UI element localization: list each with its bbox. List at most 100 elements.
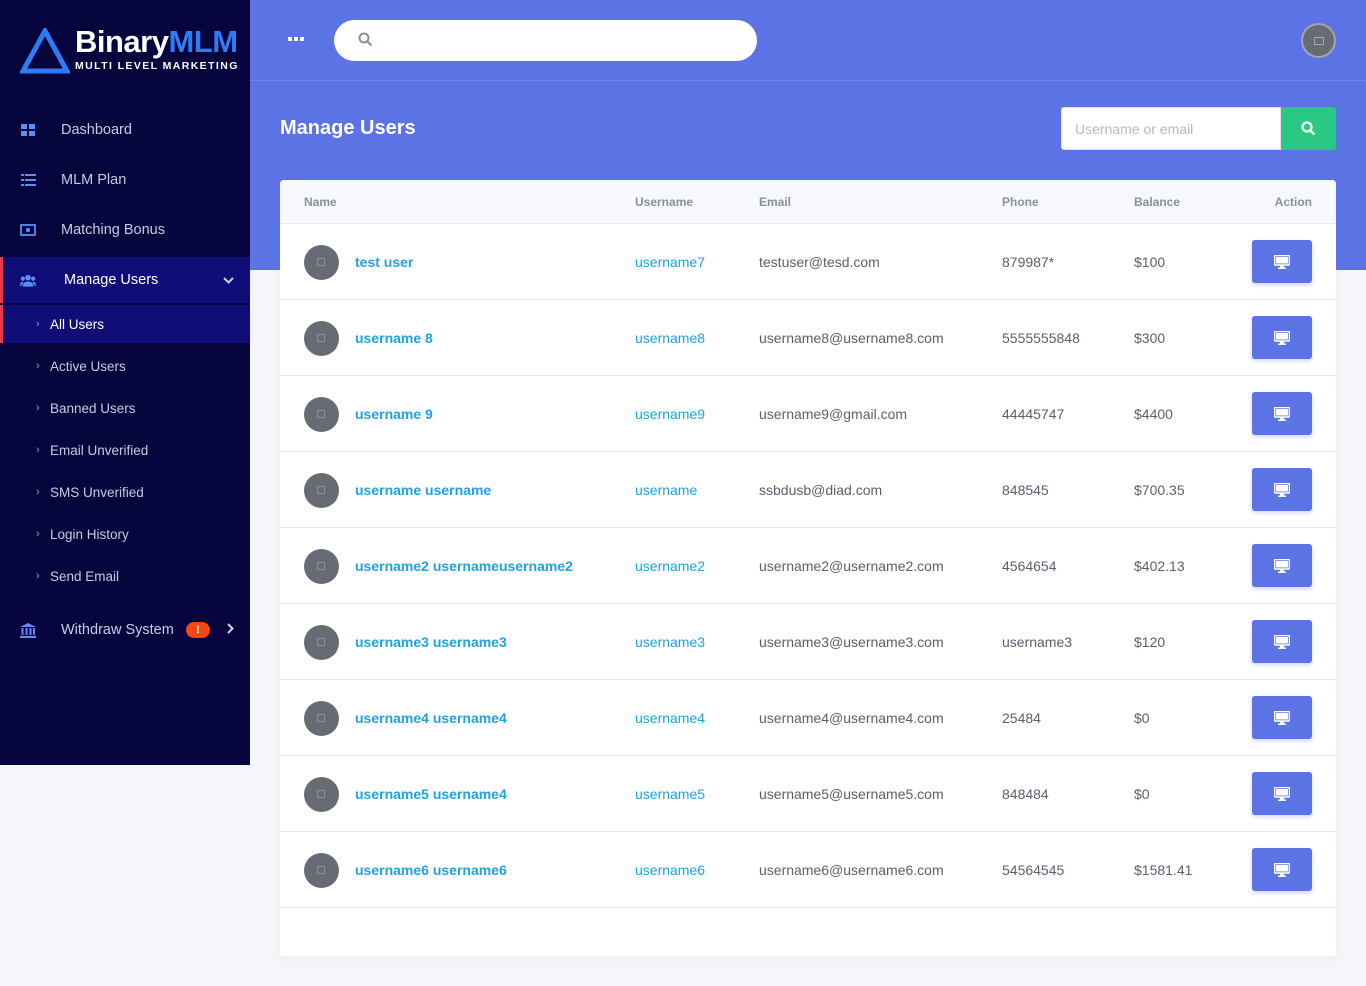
user-name-link[interactable]: username6 username6	[355, 862, 507, 878]
user-search-button[interactable]	[1281, 107, 1336, 150]
user-balance: $402.13	[1134, 558, 1185, 574]
user-balance: $100	[1134, 254, 1166, 270]
search-icon	[1301, 121, 1316, 136]
desktop-icon	[1274, 558, 1290, 573]
username-link[interactable]: username3	[635, 634, 705, 650]
user-email: username3@username3.com	[759, 634, 944, 650]
user-phone: 25484	[1002, 710, 1041, 726]
users-icon	[20, 272, 36, 288]
chevron-right-icon: ›	[36, 570, 40, 582]
column-header-phone: Phone	[1002, 195, 1039, 209]
sidebar-item-matching-bonus[interactable]: Matching Bonus	[0, 205, 250, 255]
avatar	[304, 853, 339, 888]
chevron-down-icon	[223, 273, 234, 287]
chevron-right-icon	[227, 623, 234, 637]
avatar	[304, 473, 339, 508]
sidebar-subitem-label: Login History	[50, 526, 129, 542]
user-name-link[interactable]: username4 username4	[355, 710, 507, 726]
dots-icon	[288, 37, 304, 41]
user-name-link[interactable]: test user	[355, 254, 413, 270]
menu-toggle-button[interactable]	[288, 34, 308, 48]
table-row: username5 username4 username5 username5@us…	[280, 756, 1336, 832]
column-header-action: Action	[1274, 195, 1312, 209]
alert-badge: !	[186, 622, 210, 638]
username-link[interactable]: username7	[635, 254, 705, 270]
sidebar-subitem-all-users[interactable]: › All Users	[0, 305, 250, 343]
user-balance: $4400	[1134, 406, 1173, 422]
view-details-button[interactable]	[1252, 772, 1312, 815]
avatar-placeholder-icon	[317, 866, 325, 874]
chevron-right-icon: ›	[36, 360, 40, 372]
user-name-link[interactable]: username2 usernameusername2	[355, 558, 573, 574]
desktop-icon	[1274, 254, 1290, 269]
username-link[interactable]: username5	[635, 786, 705, 802]
table-header: Name Username Email Phone Balance Action	[280, 180, 1336, 224]
avatar	[304, 625, 339, 660]
desktop-icon	[1274, 786, 1290, 801]
global-search-input[interactable]	[334, 20, 757, 61]
view-details-button[interactable]	[1252, 544, 1312, 587]
chevron-right-icon: ›	[36, 318, 40, 330]
username-link[interactable]: username8	[635, 330, 705, 346]
user-balance: $300	[1134, 330, 1166, 346]
brand-tagline: MULTI LEVEL MARKETING	[75, 60, 239, 72]
user-name-link[interactable]: username3 username3	[355, 634, 507, 650]
desktop-icon	[1274, 406, 1290, 421]
view-details-button[interactable]	[1252, 316, 1312, 359]
sidebar-subitem-label: Send Email	[50, 568, 120, 584]
chevron-right-icon: ›	[36, 528, 40, 540]
username-link[interactable]: username6	[635, 862, 705, 878]
table-row: username3 username3 username3 username3@us…	[280, 604, 1336, 680]
sidebar-subitem-banned-users[interactable]: › Banned Users	[0, 387, 250, 429]
view-details-button[interactable]	[1252, 696, 1312, 739]
brand-logo[interactable]: BinaryMLM MULTI LEVEL MARKETING	[20, 24, 240, 76]
view-details-button[interactable]	[1252, 240, 1312, 283]
view-details-button[interactable]	[1252, 620, 1312, 663]
user-phone: 848484	[1002, 786, 1049, 802]
avatar-placeholder-icon	[317, 410, 325, 418]
user-name-link[interactable]: username 9	[355, 406, 433, 422]
user-name-link[interactable]: username 8	[355, 330, 433, 346]
avatar-placeholder-icon	[317, 562, 325, 570]
user-name-link[interactable]: username username	[355, 482, 491, 498]
user-phone: 5555555848	[1002, 330, 1080, 346]
view-details-button[interactable]	[1252, 392, 1312, 435]
sidebar-item-manage-users[interactable]: Manage Users	[0, 257, 250, 303]
view-details-button[interactable]	[1252, 848, 1312, 891]
avatar	[304, 777, 339, 812]
brand-name: BinaryMLM	[75, 24, 238, 59]
user-avatar[interactable]	[1301, 23, 1336, 58]
sidebar-subitem-active-users[interactable]: › Active Users	[0, 345, 250, 387]
avatar-placeholder-icon	[317, 486, 325, 494]
sidebar-subitem-login-history[interactable]: › Login History	[0, 513, 250, 555]
dashboard-icon	[20, 122, 36, 138]
sidebar-subitem-label: SMS Unverified	[50, 484, 144, 500]
chevron-right-icon: ›	[36, 444, 40, 456]
list-icon	[20, 172, 36, 188]
view-details-button[interactable]	[1252, 468, 1312, 511]
avatar-placeholder-icon	[317, 258, 325, 266]
username-link[interactable]: username4	[635, 710, 705, 726]
sidebar-item-mlm-plan[interactable]: MLM Plan	[0, 155, 250, 205]
username-link[interactable]: username	[635, 482, 697, 498]
user-phone: username3	[1002, 634, 1073, 650]
user-name-link[interactable]: username5 username4	[355, 786, 507, 802]
user-phone: 848545	[1002, 482, 1049, 498]
sidebar-subitem-email-unverified[interactable]: › Email Unverified	[0, 429, 250, 471]
sidebar-item-withdraw-system[interactable]: Withdraw System !	[0, 605, 250, 655]
chevron-right-icon: ›	[36, 402, 40, 414]
triangle-logo-icon	[20, 28, 70, 74]
sidebar-item-dashboard[interactable]: Dashboard	[0, 105, 250, 155]
sidebar-subitem-sms-unverified[interactable]: › SMS Unverified	[0, 471, 250, 513]
column-header-name: Name	[304, 195, 337, 209]
user-email: ssbdusb@diad.com	[759, 482, 883, 498]
username-link[interactable]: username9	[635, 406, 705, 422]
desktop-icon	[1274, 862, 1290, 877]
user-search-input[interactable]	[1061, 107, 1281, 150]
user-email: username5@username5.com	[759, 786, 944, 802]
topbar	[250, 0, 1366, 81]
username-link[interactable]: username2	[635, 558, 705, 574]
table-row: test user username7 testuser@tesd.com 87998…	[280, 224, 1336, 300]
chevron-right-icon: ›	[36, 486, 40, 498]
sidebar-subitem-send-email[interactable]: › Send Email	[0, 555, 250, 597]
